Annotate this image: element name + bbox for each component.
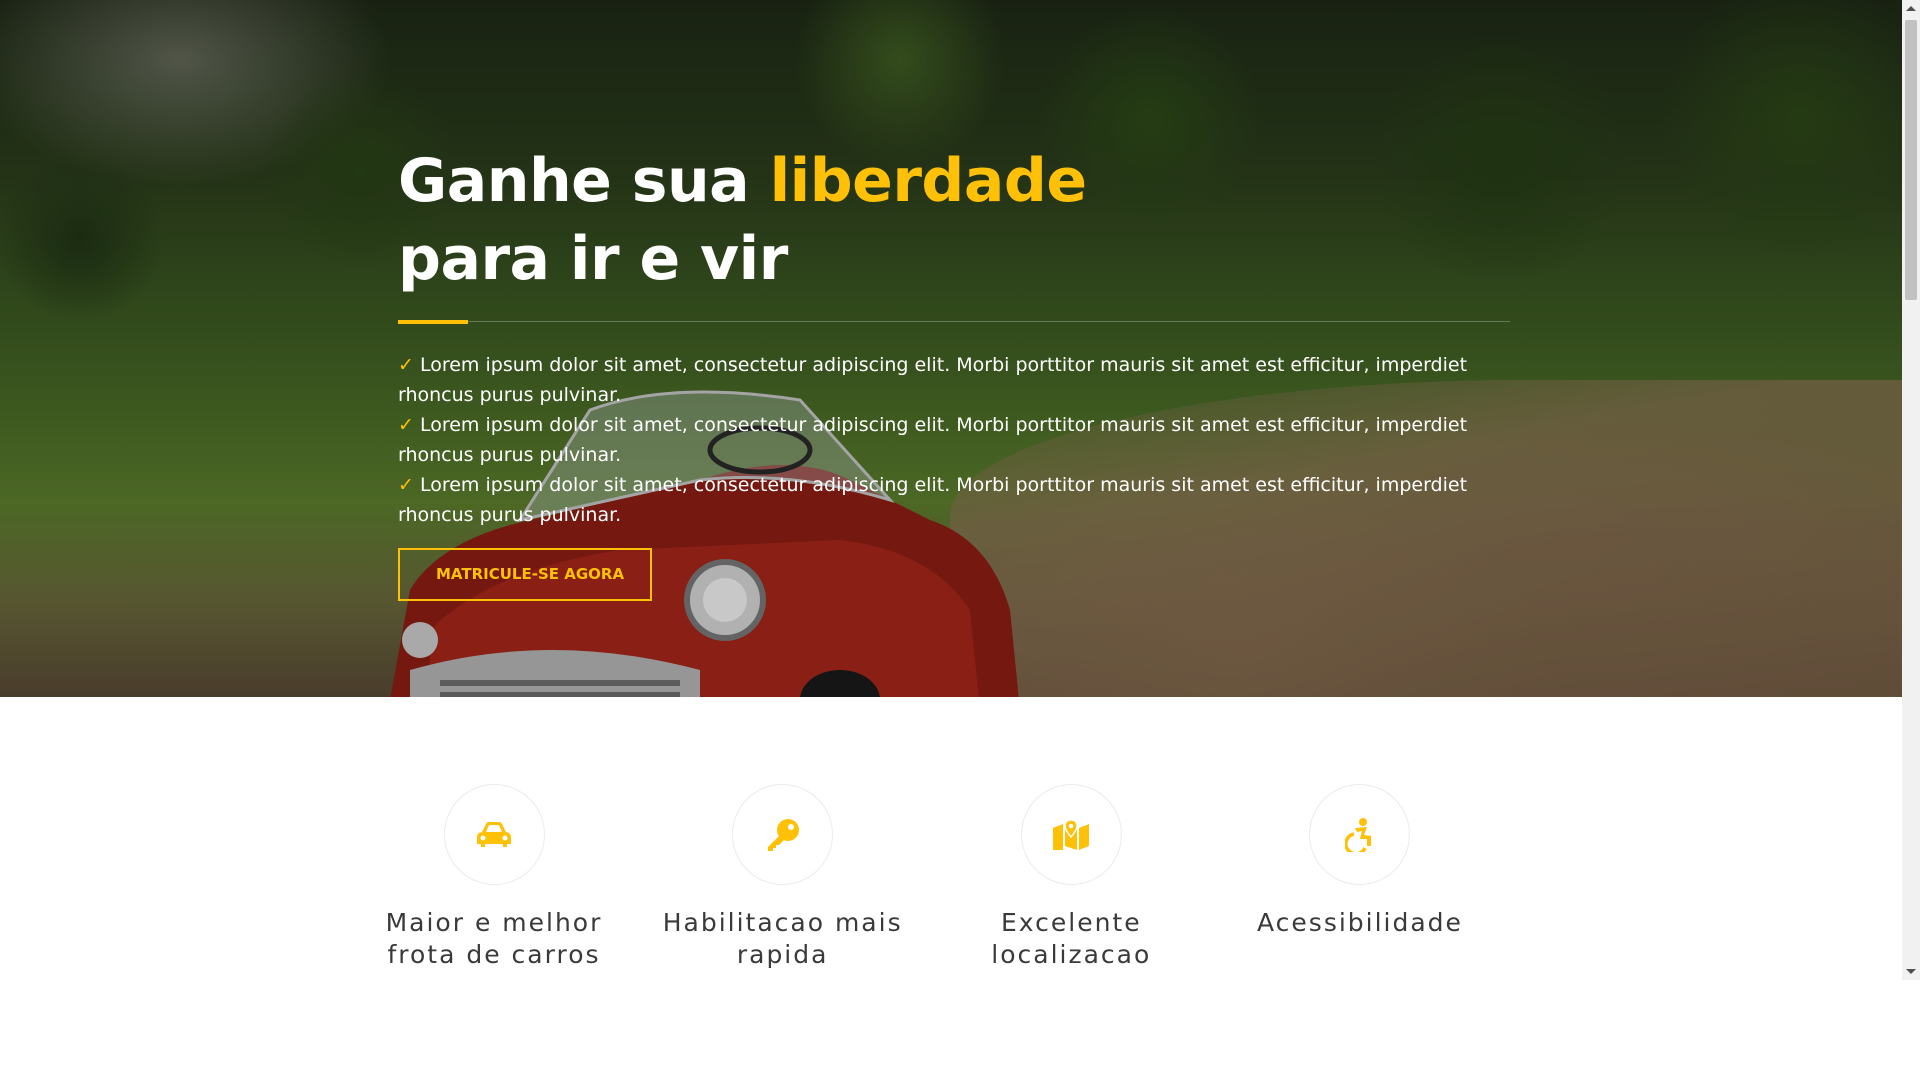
check-icon: ✓ xyxy=(398,354,414,376)
hero-headline: Ganhe sua liberdade para ir e vir xyxy=(398,142,1518,298)
divider-line xyxy=(398,321,1510,322)
feature-title: Acessibilidade xyxy=(1230,907,1490,939)
scroll-up-arrow-icon[interactable] xyxy=(1906,6,1916,11)
bullet-text: Lorem ipsum dolor sit amet, consectetur … xyxy=(398,354,1468,406)
feature-title: Excelente localizacao xyxy=(941,907,1201,971)
feature-title-line1: Acessibilidade xyxy=(1257,908,1463,937)
feature-title-line1: Habilitacao mais xyxy=(662,908,903,937)
scrollbar-thumb[interactable] xyxy=(1905,20,1917,300)
hero-content: Ganhe sua liberdade para ir e vir ✓ Lore… xyxy=(398,142,1518,601)
enroll-now-button[interactable]: MATRICULE-SE AGORA xyxy=(398,548,652,601)
headline-line2: para ir e vir xyxy=(398,224,788,294)
feature-title-line2: rapida xyxy=(736,940,829,969)
feature-icon-circle xyxy=(443,784,545,885)
feature-fast-license: Habilitacao mais rapida xyxy=(653,784,913,1004)
feature-accessibility: Acessibilidade xyxy=(1230,784,1490,1004)
check-icon: ✓ xyxy=(398,414,414,436)
bullet-item: ✓ Lorem ipsum dolor sit amet, consectetu… xyxy=(398,350,1510,410)
hero-bullet-list: ✓ Lorem ipsum dolor sit amet, consectetu… xyxy=(398,350,1510,530)
feature-icon-circle xyxy=(732,784,834,885)
bullet-item: ✓ Lorem ipsum dolor sit amet, consectetu… xyxy=(398,410,1510,470)
features-section: Maior e melhor frota de carros Habilitac… xyxy=(386,784,1490,1004)
feature-title-line2: localizacao xyxy=(991,940,1152,969)
headline-divider xyxy=(398,320,1510,324)
feature-location: Excelente localizacao xyxy=(941,784,1201,1004)
car-icon xyxy=(477,821,511,847)
headline-accent-word: liberdade xyxy=(769,146,1087,216)
feature-icon-circle xyxy=(1309,784,1411,885)
feature-fleet: Maior e melhor frota de carros xyxy=(364,784,624,1004)
hero-section: Ganhe sua liberdade para ir e vir ✓ Lore… xyxy=(0,0,1902,697)
feature-title: Habilitacao mais rapida xyxy=(653,907,913,971)
divider-accent-bar xyxy=(398,320,468,324)
page-scrollbar[interactable] xyxy=(1902,0,1920,980)
feature-title: Maior e melhor frota de carros xyxy=(364,907,624,971)
map-marker-icon xyxy=(1053,819,1090,850)
feature-title-line1: Excelente xyxy=(1000,908,1142,937)
bullet-text: Lorem ipsum dolor sit amet, consectetur … xyxy=(398,414,1468,466)
bullet-item: ✓ Lorem ipsum dolor sit amet, consectetu… xyxy=(398,470,1510,530)
feature-title-line1: Maior e melhor xyxy=(385,908,603,937)
feature-icon-circle xyxy=(1020,784,1122,885)
accessibility-icon xyxy=(1344,817,1371,852)
feature-title-line2: frota de carros xyxy=(387,940,601,969)
bullet-text: Lorem ipsum dolor sit amet, consectetur … xyxy=(398,474,1468,526)
key-icon xyxy=(767,818,799,851)
scroll-down-arrow-icon[interactable] xyxy=(1906,969,1916,974)
check-icon: ✓ xyxy=(398,474,414,496)
headline-text: Ganhe sua xyxy=(398,146,770,216)
